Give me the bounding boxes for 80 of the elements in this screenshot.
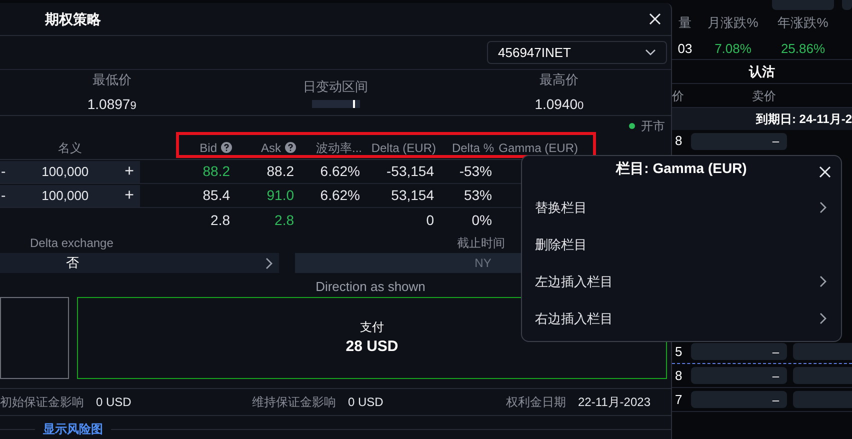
table-cell-text: 53% bbox=[464, 186, 492, 205]
table-cell-text: -53% bbox=[459, 162, 492, 181]
table-cell-text: 2.8 bbox=[274, 210, 294, 230]
field-label: 截止时间 bbox=[457, 235, 505, 252]
ask-cell[interactable] bbox=[793, 343, 852, 360]
stat-value: 03 bbox=[678, 40, 692, 58]
stat-value: 25.86% bbox=[780, 40, 826, 58]
column-header[interactable]: 波动率... bbox=[316, 142, 362, 154]
stat-value: 1.08979 bbox=[87, 94, 136, 114]
strike-price: 8 bbox=[675, 132, 684, 150]
menu-title: 栏目: Gamma (EUR) bbox=[616, 158, 747, 178]
market-status: 开市 bbox=[641, 118, 665, 135]
column-header: 卖价 bbox=[752, 88, 776, 104]
put-header: 认沽 bbox=[749, 62, 775, 81]
table-cell-text: 85.4 bbox=[202, 186, 230, 205]
chevron-down-icon bbox=[645, 49, 656, 56]
column-header[interactable]: Ask bbox=[260, 142, 281, 154]
close-icon[interactable] bbox=[649, 13, 661, 25]
strike-price: 8 bbox=[675, 366, 684, 385]
table-cell-text: 88.2 bbox=[266, 162, 294, 181]
stat-label: 日变动区间 bbox=[303, 78, 368, 96]
account-select[interactable]: 456947INET bbox=[487, 41, 667, 64]
ask-cell[interactable] bbox=[793, 367, 852, 384]
margin-value: 0 USD bbox=[348, 394, 384, 411]
chevron-right-icon bbox=[265, 256, 273, 270]
bid-cell[interactable]: – bbox=[691, 391, 787, 408]
help-icon[interactable] bbox=[221, 142, 232, 153]
strike-price: 7 bbox=[675, 390, 684, 409]
risk-chart-link[interactable]: 显示风险图 bbox=[43, 420, 103, 438]
table-cell-text: 6.62% bbox=[320, 186, 360, 205]
close-icon[interactable] bbox=[819, 166, 831, 178]
column-header: 价 bbox=[672, 88, 685, 104]
margin-value: 0 USD bbox=[96, 394, 132, 411]
bid-cell[interactable]: – bbox=[691, 343, 787, 360]
margin-label: 维持保证金影响 bbox=[252, 394, 336, 411]
direction-note: Direction as shown bbox=[316, 278, 426, 296]
notional-value: 100,000 bbox=[42, 186, 89, 205]
option-card[interactable] bbox=[0, 297, 69, 379]
stat-value: 7.08% bbox=[714, 40, 752, 58]
table-cell-text: 2.8 bbox=[210, 210, 230, 230]
table-cell-text: 0% bbox=[472, 210, 492, 230]
table-cell-text: 53,154 bbox=[391, 186, 434, 205]
menu-item[interactable]: 替换栏目 bbox=[522, 189, 841, 226]
table-cell-text: -53,154 bbox=[386, 162, 434, 181]
stat-label: 量 bbox=[678, 14, 692, 32]
notional-value: 100,000 bbox=[42, 162, 89, 181]
strike-price: 5 bbox=[675, 342, 684, 361]
stat-value: 1.09400 bbox=[534, 94, 584, 114]
ask-cell[interactable] bbox=[793, 391, 852, 408]
bid-cell[interactable]: – bbox=[691, 132, 787, 150]
payment-label: 支付 bbox=[360, 318, 384, 336]
column-header[interactable]: Gamma (EUR) bbox=[498, 142, 578, 154]
dialog-title: 期权策略 bbox=[45, 10, 101, 28]
notional-stepper[interactable]: - 100,000 + bbox=[0, 184, 140, 206]
margin-value: 22-11月-2023 bbox=[578, 394, 650, 411]
expiry-label: 到期日: 24-11月-2 bbox=[756, 111, 852, 128]
increment-button[interactable]: + bbox=[124, 160, 134, 184]
stat-label: 月涨跌% bbox=[708, 14, 758, 32]
table-cell-text: 6.62% bbox=[320, 162, 360, 181]
column-header[interactable]: Delta (EUR) bbox=[371, 142, 436, 154]
column-header[interactable]: Bid bbox=[200, 142, 217, 154]
column-header[interactable]: Delta % bbox=[452, 142, 494, 154]
margin-label: 初始保证金影响 bbox=[0, 394, 84, 411]
bid-cell[interactable]: – bbox=[691, 367, 787, 384]
delta-exchange-select[interactable]: 否 bbox=[0, 253, 279, 273]
decrement-button[interactable]: - bbox=[0, 161, 6, 182]
notional-stepper[interactable]: - 100,000 + bbox=[0, 160, 140, 182]
table-cell-text: 91.0 bbox=[266, 186, 294, 205]
increment-button[interactable]: + bbox=[124, 184, 134, 208]
column-header[interactable]: 名义 bbox=[58, 142, 82, 154]
decrement-button[interactable]: - bbox=[0, 185, 6, 206]
table-cell-text: 88.2 bbox=[202, 162, 230, 181]
margin-label: 权利金日期 bbox=[506, 394, 566, 411]
help-icon[interactable] bbox=[285, 142, 296, 153]
stat-label: 最高价 bbox=[540, 71, 579, 90]
field-label: Delta exchange bbox=[30, 235, 114, 252]
table-cell-text: 0 bbox=[426, 210, 434, 230]
stat-label: 最低价 bbox=[92, 71, 132, 90]
payment-amount: 28 USD bbox=[346, 336, 398, 357]
stat-label: 年涨跌% bbox=[778, 14, 828, 32]
